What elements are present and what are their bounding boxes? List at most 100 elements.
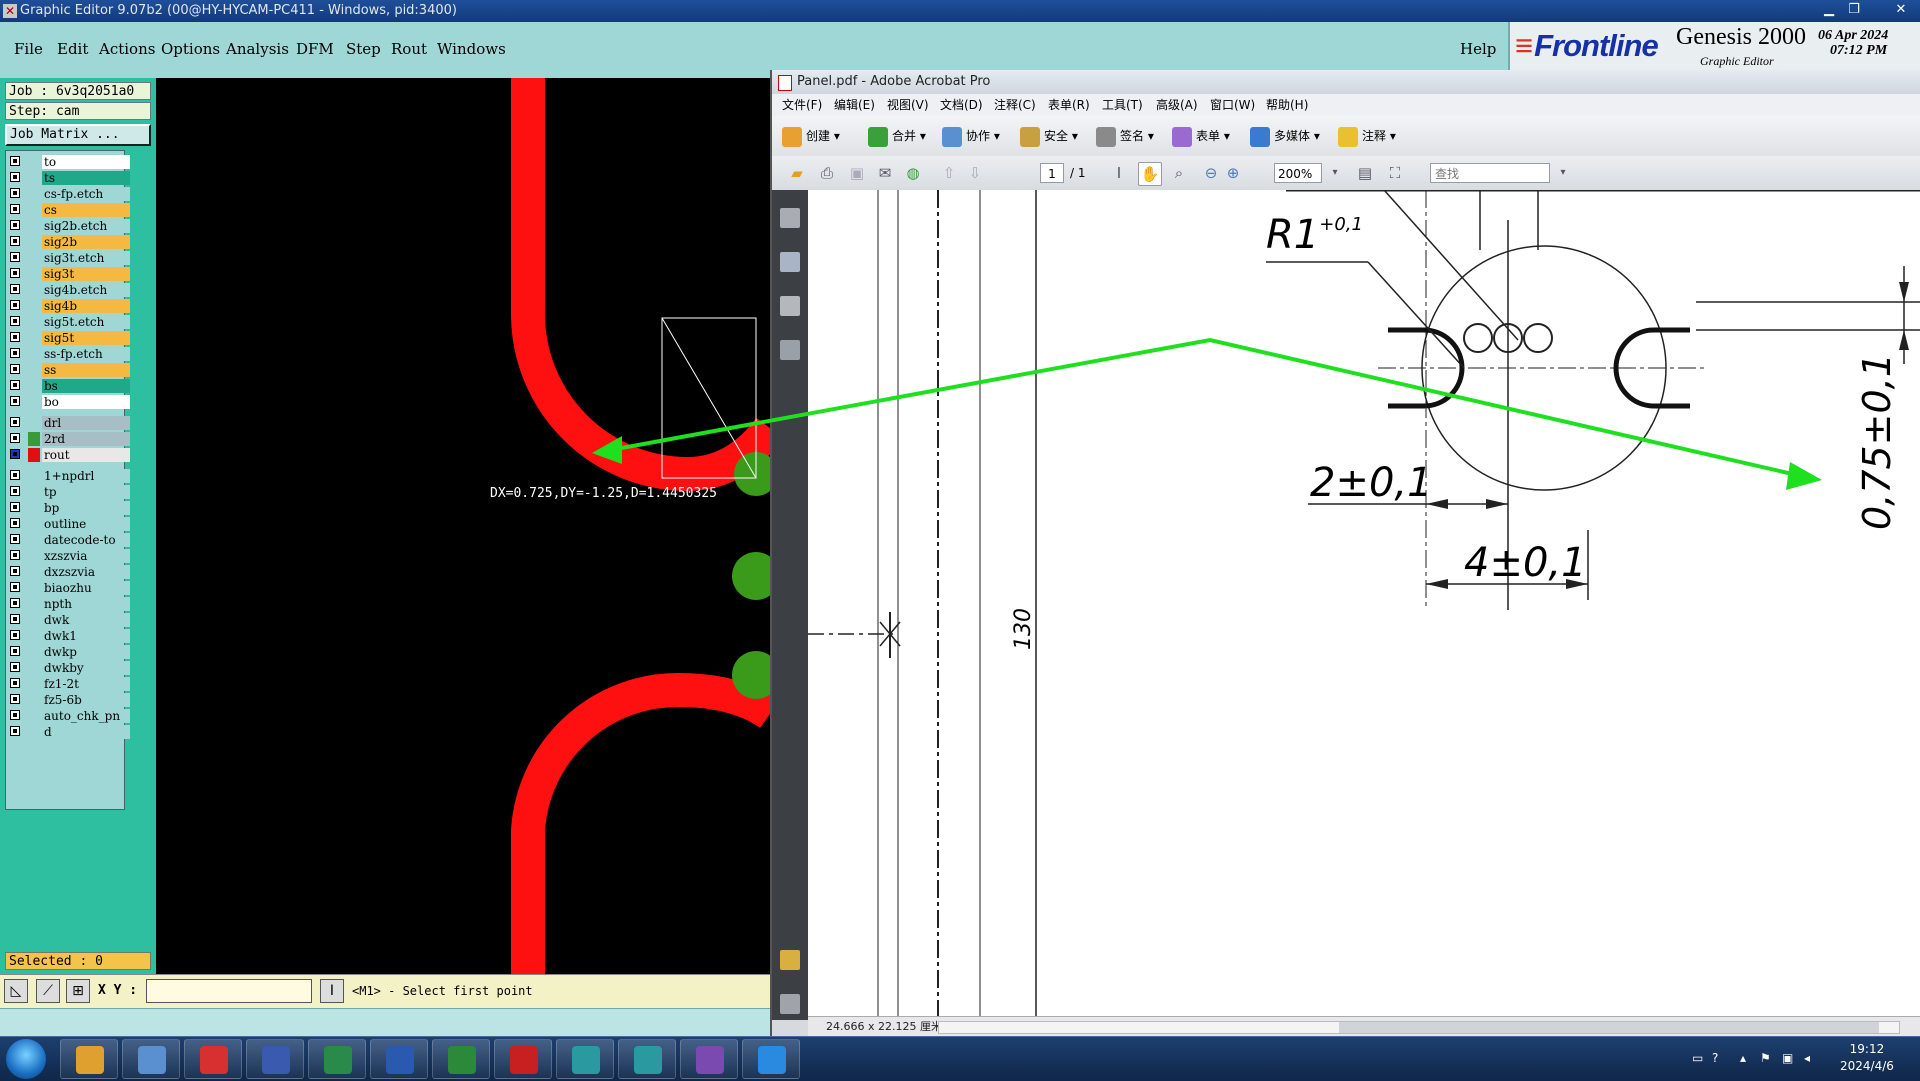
layer-name[interactable]: sig2b xyxy=(42,235,130,249)
page-number-input[interactable]: 1 xyxy=(1040,163,1064,183)
comment-button[interactable]: 注释 ▾ xyxy=(1338,124,1396,148)
next-page-icon[interactable]: ⇩ xyxy=(964,162,986,184)
layer-name[interactable]: ss xyxy=(42,363,130,377)
layer-checkbox[interactable] xyxy=(10,662,20,672)
measure-tool-icon[interactable]: ⟋ xyxy=(36,979,60,1003)
layer-row[interactable]: biaozhu xyxy=(8,581,130,595)
layer-row[interactable]: datecode-to xyxy=(8,533,130,547)
layer-checkbox[interactable] xyxy=(10,220,20,230)
taskbar-app-word[interactable] xyxy=(370,1039,428,1079)
restore-button[interactable]: ❐ xyxy=(1843,0,1865,20)
taskbar-app-arrow[interactable] xyxy=(742,1039,800,1079)
layer-name[interactable]: sig5t xyxy=(42,331,130,345)
layer-row[interactable]: fz1-2t xyxy=(8,677,130,691)
layer-checkbox[interactable] xyxy=(10,449,20,459)
sign-button[interactable]: 签名 ▾ xyxy=(1096,124,1154,148)
find-dropdown-icon[interactable]: ▾ xyxy=(1552,162,1574,184)
layer-checkbox[interactable] xyxy=(10,156,20,166)
layer-checkbox[interactable] xyxy=(10,582,20,592)
open-folder-icon[interactable]: ▰ xyxy=(786,162,808,184)
job-matrix-button[interactable]: Job Matrix ... xyxy=(5,124,151,146)
help-tray-icon[interactable]: ? xyxy=(1712,1051,1726,1065)
layer-checkbox[interactable] xyxy=(10,172,20,182)
taskbar-app-acrobat[interactable] xyxy=(494,1039,552,1079)
layer-checkbox[interactable] xyxy=(10,470,20,480)
layer-name[interactable]: sig4b xyxy=(42,299,130,313)
acro-menu-comments[interactable]: 注释(C) xyxy=(994,94,1036,116)
forms-button[interactable]: 表单 ▾ xyxy=(1172,124,1230,148)
layer-checkbox[interactable] xyxy=(10,433,20,443)
security-button[interactable]: 安全 ▾ xyxy=(1020,124,1078,148)
tray-expand-icon[interactable]: ▴ xyxy=(1740,1051,1754,1065)
acro-menu-view[interactable]: 视图(V) xyxy=(887,94,929,116)
start-button[interactable] xyxy=(6,1039,46,1079)
acro-menu-help[interactable]: 帮助(H) xyxy=(1266,94,1308,116)
menu-rout[interactable]: Rout xyxy=(391,40,427,58)
flag-tray-icon[interactable]: ⚑ xyxy=(1760,1051,1774,1065)
layer-name[interactable]: bp xyxy=(42,501,130,515)
menu-analysis[interactable]: Analysis xyxy=(226,40,289,58)
layer-row[interactable]: ss xyxy=(8,363,130,377)
layer-name[interactable]: rout xyxy=(42,448,130,462)
menu-options[interactable]: Options xyxy=(161,40,220,58)
layer-row[interactable]: sig2b.etch xyxy=(8,219,130,233)
create-button[interactable]: 创建 ▾ xyxy=(782,124,840,148)
layer-row[interactable]: auto_chk_pn xyxy=(8,709,130,723)
acro-menu-edit[interactable]: 编辑(E) xyxy=(834,94,875,116)
layer-row[interactable]: dxzszvia xyxy=(8,565,130,579)
menu-step[interactable]: Step xyxy=(346,40,381,58)
taskbar-app-excel[interactable] xyxy=(432,1039,490,1079)
layer-name[interactable]: sig3t xyxy=(42,267,130,281)
grid-tool-icon[interactable]: ⊞ xyxy=(66,979,90,1003)
layer-checkbox[interactable] xyxy=(10,252,20,262)
zoom-level-select[interactable]: 200% xyxy=(1274,163,1322,183)
layer-name[interactable]: 2rd xyxy=(42,432,130,446)
layer-name[interactable]: bs xyxy=(42,379,130,393)
acro-menu-window[interactable]: 窗口(W) xyxy=(1210,94,1255,116)
layer-checkbox[interactable] xyxy=(10,300,20,310)
layer-row[interactable]: bs xyxy=(8,379,130,393)
zoom-dropdown-icon[interactable]: ▾ xyxy=(1324,162,1346,184)
layer-checkbox[interactable] xyxy=(10,417,20,427)
layer-checkbox[interactable] xyxy=(10,316,20,326)
layer-row[interactable]: bo xyxy=(8,395,130,409)
layer-name[interactable]: d xyxy=(42,725,130,739)
layer-row[interactable]: tp xyxy=(8,485,130,499)
xy-input[interactable] xyxy=(146,979,312,1003)
taskbar-app-save[interactable] xyxy=(246,1039,304,1079)
layer-name[interactable]: bo xyxy=(42,395,130,409)
layer-checkbox[interactable] xyxy=(10,396,20,406)
menu-help[interactable]: Help xyxy=(1460,40,1496,58)
layer-name[interactable]: 1+npdrl xyxy=(42,469,130,483)
layer-checkbox[interactable] xyxy=(10,534,20,544)
layer-row[interactable]: fz5-6b xyxy=(8,693,130,707)
taskbar-app-xwin[interactable] xyxy=(680,1039,738,1079)
layer-name[interactable]: drl xyxy=(42,416,130,430)
layer-checkbox[interactable] xyxy=(10,518,20,528)
pdf-document-view[interactable]: 130 R1+0,1 2±0,1 4±0,1 0,75±0,1 xyxy=(808,190,1920,1016)
layer-row[interactable]: ss-fp.etch xyxy=(8,347,130,361)
keyboard-tray-icon[interactable]: ▭ xyxy=(1692,1051,1706,1065)
layer-checkbox[interactable] xyxy=(10,550,20,560)
prev-page-icon[interactable]: ⇧ xyxy=(938,162,960,184)
layer-name[interactable]: dxzszvia xyxy=(42,565,130,579)
layer-row[interactable]: sig4b.etch xyxy=(8,283,130,297)
layer-checkbox[interactable] xyxy=(10,268,20,278)
layer-name[interactable]: ts xyxy=(42,171,130,185)
taskbar-clock[interactable]: 19:12 2024/4/6 xyxy=(1840,1041,1894,1075)
fit-page-icon[interactable]: ▤ xyxy=(1354,162,1376,184)
layer-name[interactable]: xzszvia xyxy=(42,549,130,563)
layer-name[interactable]: tp xyxy=(42,485,130,499)
layer-name[interactable]: biaozhu xyxy=(42,581,130,595)
menu-file[interactable]: File xyxy=(14,40,43,58)
pages-panel-icon[interactable] xyxy=(780,208,800,228)
zoom-tool-icon[interactable]: ⌕ xyxy=(1168,162,1190,184)
layer-row[interactable]: dwkp xyxy=(8,645,130,659)
layer-checkbox[interactable] xyxy=(10,380,20,390)
combine-button[interactable]: 合并 ▾ xyxy=(868,124,926,148)
layer-checkbox[interactable] xyxy=(10,566,20,576)
layer-row[interactable]: sig2b xyxy=(8,235,130,249)
layer-name[interactable]: cs-fp.etch xyxy=(42,187,130,201)
layer-row[interactable]: d xyxy=(8,725,130,739)
scrollbar-thumb[interactable] xyxy=(1339,1022,1879,1033)
